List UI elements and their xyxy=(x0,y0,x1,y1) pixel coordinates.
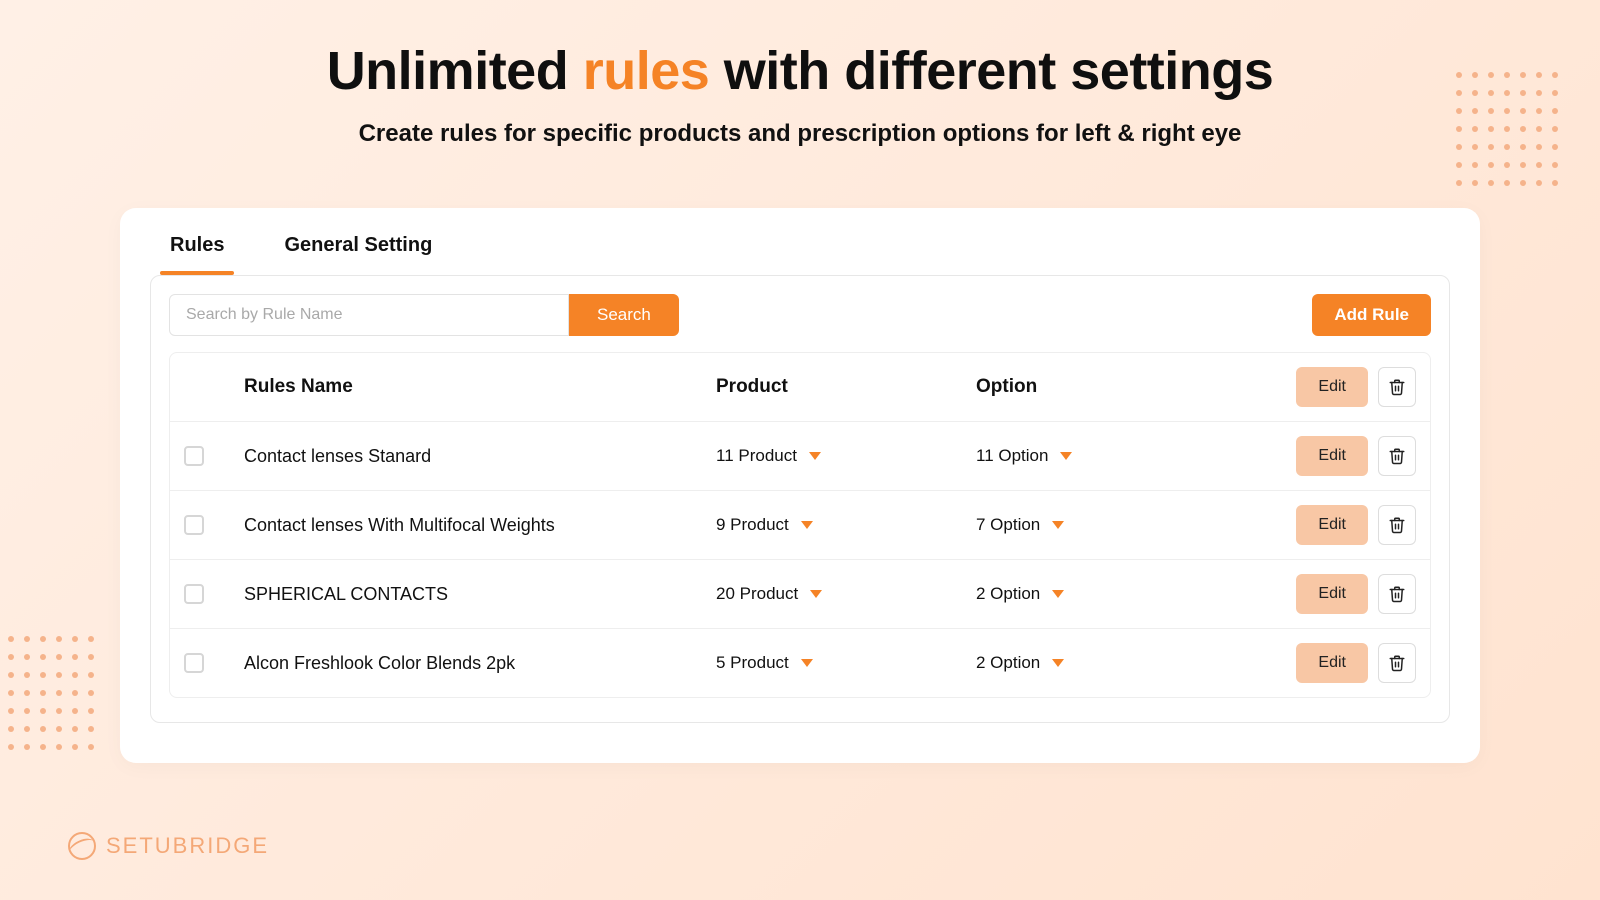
delete-button[interactable] xyxy=(1378,505,1416,545)
table-header: Rules Name Product Option Edit xyxy=(170,353,1430,422)
product-count: 9 Product xyxy=(716,515,976,535)
product-count: 5 Product xyxy=(716,653,976,673)
page-title: Unlimited rules with different settings xyxy=(0,0,1600,102)
table-row: Contact lenses Stanard 11 Product 11 Opt… xyxy=(170,422,1430,491)
chevron-down-icon[interactable] xyxy=(1052,590,1064,598)
row-actions: Edit xyxy=(1236,505,1416,545)
rules-panel: Rules General Setting Search Add Rule Ru… xyxy=(120,208,1480,763)
chevron-down-icon[interactable] xyxy=(809,452,821,460)
decoration-dots-bottom-left xyxy=(8,636,94,750)
table-row: Contact lenses With Multifocal Weights 9… xyxy=(170,491,1430,560)
rules-table: Rules Name Product Option Edit Contact l… xyxy=(169,352,1431,698)
brand-text: SETUBRIDGE xyxy=(106,833,269,859)
row-checkbox[interactable] xyxy=(184,653,204,673)
delete-button[interactable] xyxy=(1378,436,1416,476)
tab-bar: Rules General Setting xyxy=(150,234,1450,275)
product-count: 11 Product xyxy=(716,446,976,466)
edit-button[interactable]: Edit xyxy=(1296,505,1368,545)
trash-icon xyxy=(1388,378,1406,396)
search-group: Search xyxy=(169,294,679,336)
chevron-down-icon[interactable] xyxy=(1060,452,1072,460)
rule-name: SPHERICAL CONTACTS xyxy=(244,584,716,605)
brand-icon xyxy=(68,832,96,860)
tab-rules[interactable]: Rules xyxy=(170,234,224,275)
toolbar: Search Add Rule xyxy=(169,294,1431,336)
rule-name: Contact lenses Stanard xyxy=(244,446,716,467)
add-rule-button[interactable]: Add Rule xyxy=(1312,294,1431,336)
table-row: SPHERICAL CONTACTS 20 Product 2 Option E… xyxy=(170,560,1430,629)
row-checkbox[interactable] xyxy=(184,446,204,466)
trash-icon xyxy=(1388,516,1406,534)
col-product: Product xyxy=(716,376,976,398)
edit-button[interactable]: Edit xyxy=(1296,574,1368,614)
option-count: 2 Option xyxy=(976,584,1236,604)
rule-name: Alcon Freshlook Color Blends 2pk xyxy=(244,653,716,674)
row-actions: Edit xyxy=(1236,574,1416,614)
edit-button[interactable]: Edit xyxy=(1296,436,1368,476)
trash-icon xyxy=(1388,447,1406,465)
option-count: 11 Option xyxy=(976,446,1236,466)
col-rules-name: Rules Name xyxy=(244,376,716,398)
brand-logo: SETUBRIDGE xyxy=(68,832,269,860)
option-count: 2 Option xyxy=(976,653,1236,673)
decoration-dots-top-right xyxy=(1456,72,1558,186)
col-option: Option xyxy=(976,376,1236,398)
product-count: 20 Product xyxy=(716,584,976,604)
delete-button[interactable] xyxy=(1378,574,1416,614)
edit-button[interactable]: Edit xyxy=(1296,643,1368,683)
chevron-down-icon[interactable] xyxy=(1052,659,1064,667)
row-checkbox[interactable] xyxy=(184,584,204,604)
trash-icon xyxy=(1388,654,1406,672)
chevron-down-icon[interactable] xyxy=(801,659,813,667)
search-button[interactable]: Search xyxy=(569,294,679,336)
chevron-down-icon[interactable] xyxy=(810,590,822,598)
chevron-down-icon[interactable] xyxy=(1052,521,1064,529)
table-row: Alcon Freshlook Color Blends 2pk 5 Produ… xyxy=(170,629,1430,697)
page-subtitle: Create rules for specific products and p… xyxy=(0,120,1600,148)
delete-button[interactable] xyxy=(1378,643,1416,683)
row-actions: Edit xyxy=(1236,643,1416,683)
delete-button[interactable] xyxy=(1378,367,1416,407)
edit-button[interactable]: Edit xyxy=(1296,367,1368,407)
trash-icon xyxy=(1388,585,1406,603)
header-actions: Edit xyxy=(1236,367,1416,407)
row-checkbox[interactable] xyxy=(184,515,204,535)
tab-general-setting[interactable]: General Setting xyxy=(284,234,432,275)
option-count: 7 Option xyxy=(976,515,1236,535)
chevron-down-icon[interactable] xyxy=(801,521,813,529)
rule-name: Contact lenses With Multifocal Weights xyxy=(244,515,716,536)
search-input[interactable] xyxy=(169,294,569,336)
rules-content: Search Add Rule Rules Name Product Optio… xyxy=(150,275,1450,723)
row-actions: Edit xyxy=(1236,436,1416,476)
